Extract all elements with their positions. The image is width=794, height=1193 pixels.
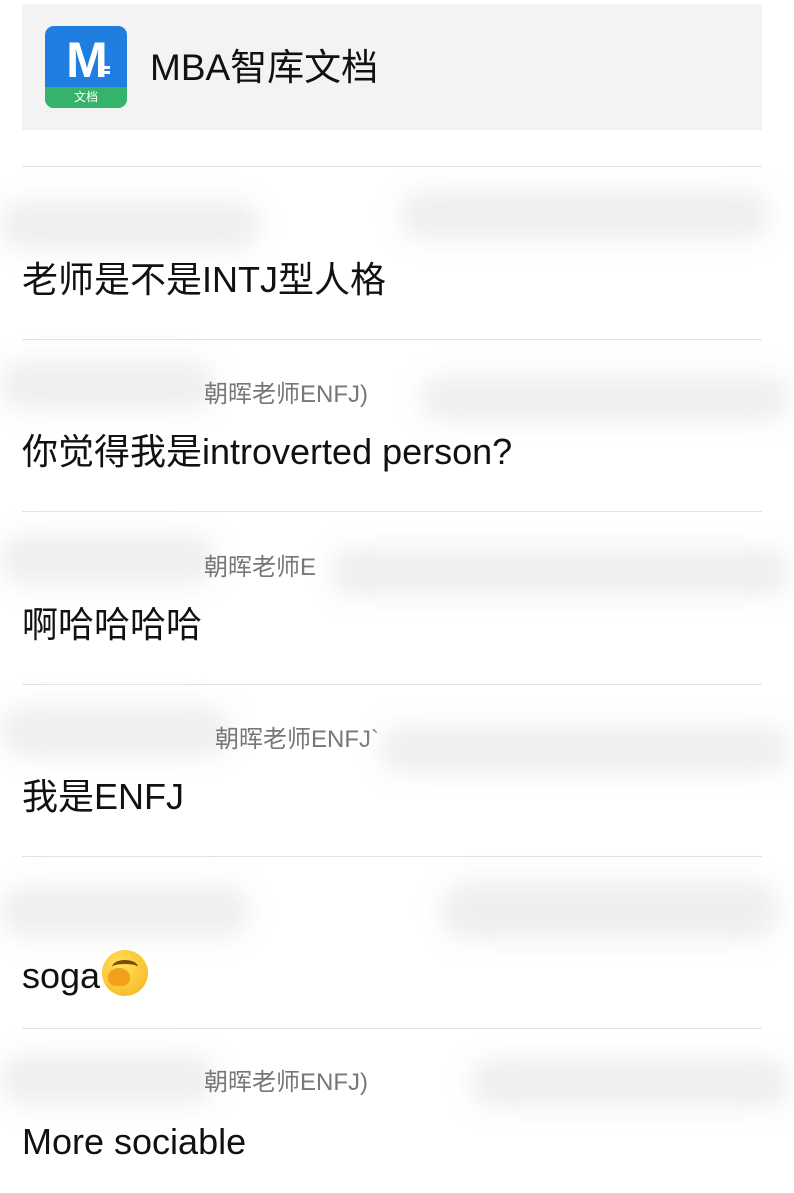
redacted-username bbox=[0, 360, 215, 410]
divider bbox=[22, 166, 762, 167]
message-sender: 朝晖老师ENFJ` bbox=[215, 726, 379, 753]
app-title[interactable]: MBA智库文档 bbox=[150, 44, 378, 92]
message-text: More sociable bbox=[22, 1121, 247, 1162]
divider bbox=[22, 684, 762, 685]
divider bbox=[22, 1028, 762, 1029]
redacted-timestamp bbox=[470, 1058, 790, 1108]
message-sender: 朝晖老师ENFJ) bbox=[204, 381, 368, 408]
logo-letter: M bbox=[66, 32, 108, 88]
redacted-timestamp bbox=[380, 725, 790, 773]
divider bbox=[22, 856, 762, 857]
logo-lines-icon bbox=[100, 66, 110, 80]
message-text: soga bbox=[22, 950, 149, 998]
message-text-value: soga bbox=[22, 955, 101, 996]
message-sender: 朝晖老师E bbox=[204, 554, 317, 581]
redacted-username bbox=[0, 885, 250, 937]
message-text: 啊哈哈哈哈 bbox=[22, 604, 203, 645]
redacted-username bbox=[0, 1053, 215, 1105]
app-header: M 文档 MBA智库文档 bbox=[22, 4, 762, 130]
redacted-username bbox=[0, 533, 215, 585]
message-sender: 朝晖老师ENFJ) bbox=[204, 1069, 368, 1096]
face-palm-laughing-emoji-icon bbox=[102, 950, 149, 996]
mba-app-logo-icon[interactable]: M 文档 bbox=[45, 26, 127, 108]
redacted-timestamp bbox=[440, 880, 780, 940]
logo-caption: 文档 bbox=[45, 87, 127, 108]
redacted-username bbox=[0, 200, 260, 250]
divider bbox=[22, 511, 762, 512]
message-text: 我是ENFJ bbox=[22, 776, 185, 817]
message-text: 你觉得我是introverted person? bbox=[22, 431, 513, 472]
divider bbox=[22, 339, 762, 340]
redacted-username bbox=[0, 705, 230, 757]
redacted-timestamp bbox=[400, 190, 770, 240]
redacted-timestamp bbox=[420, 375, 790, 421]
redacted-timestamp bbox=[330, 548, 790, 596]
message-text: 老师是不是INTJ型人格 bbox=[22, 259, 386, 300]
